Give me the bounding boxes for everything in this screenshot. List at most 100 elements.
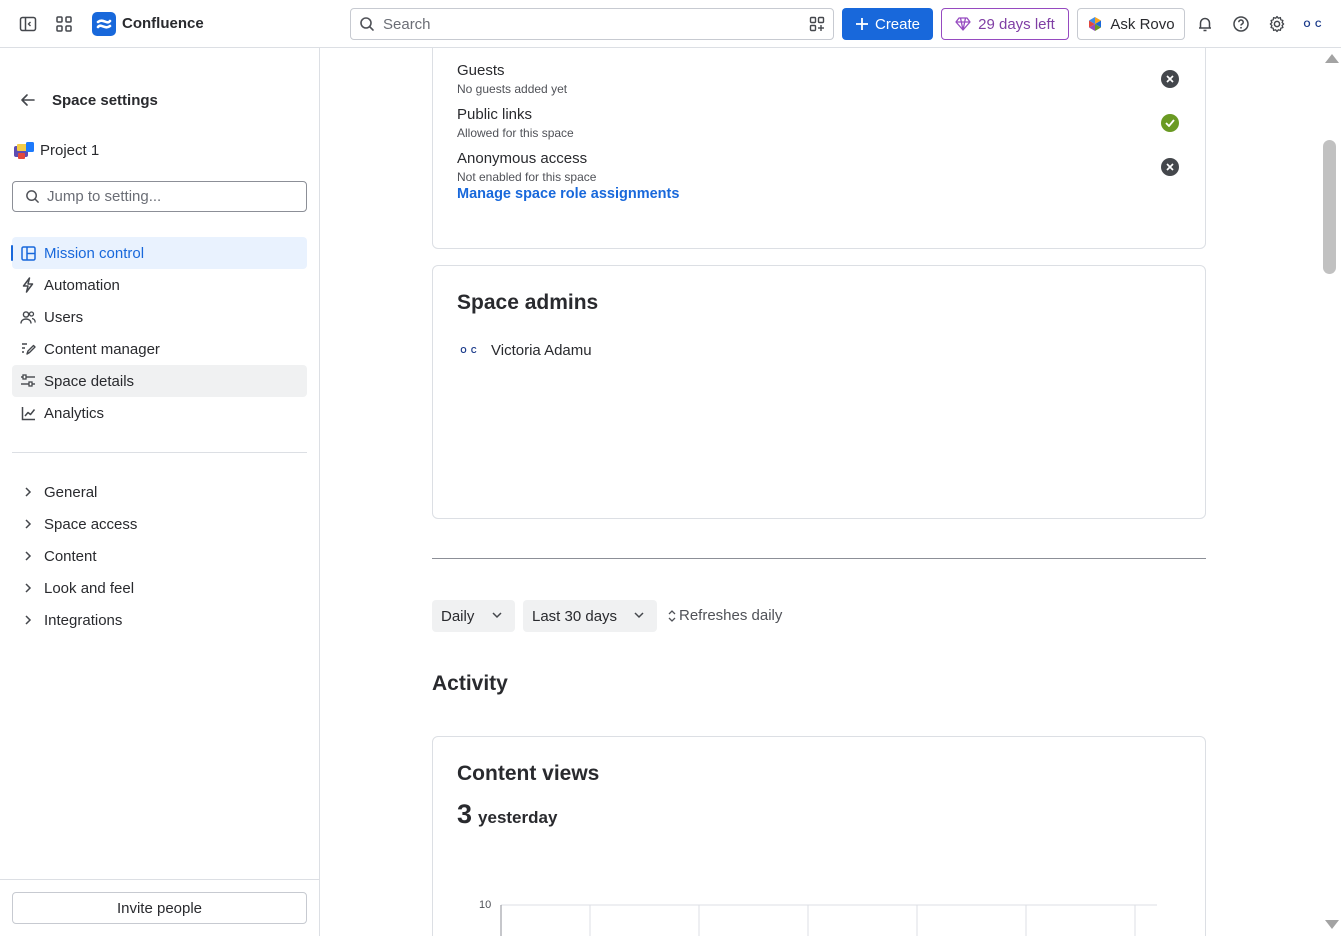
sidebar-divider [12,452,307,453]
sidebar-item-mission-control[interactable]: Mission control [11,237,307,269]
trial-button-label: 29 days left [978,15,1055,33]
people-icon [20,309,36,325]
scroll-up-arrow-icon[interactable] [1325,54,1339,63]
scroll-down-arrow-icon[interactable] [1325,920,1339,929]
ask-rovo-label: Ask Rovo [1110,15,1175,33]
permission-subtitle: Not enabled for this space [457,170,597,184]
sidebar-footer-divider [0,879,319,880]
sidebar-item-label: Automation [44,276,120,294]
sidebar-section-label: General [44,483,98,501]
sidebar-item-users[interactable]: Users [12,301,307,333]
space-admins-title: Space admins [457,291,599,314]
sidebar-section-integrations[interactable]: Integrations [12,604,307,636]
sidebar-toggle-icon[interactable] [16,12,40,36]
sidebar-section-general[interactable]: General [12,476,307,508]
app-switcher-icon[interactable] [52,12,76,36]
search-icon [26,190,39,203]
help-icon[interactable] [1229,12,1253,36]
diamond-icon [955,17,971,31]
chevron-down-icon [634,612,644,619]
space-name[interactable]: Project 1 [40,142,99,159]
permission-subtitle: No guests added yet [457,82,568,96]
chart-line-icon [20,405,36,421]
sidebar-section-label: Look and feel [44,579,135,597]
jump-placeholder: Jump to setting... [47,188,162,205]
sidebar-item-label: Users [44,308,84,326]
space-avatar-icon [14,142,34,160]
section-divider [432,558,1206,559]
back-arrow-icon[interactable] [16,88,40,112]
access-summary-card: Guests No guests added yet Public links … [432,48,1206,249]
chevron-right-icon [20,516,36,532]
create-button-label: Create [874,15,921,33]
sidebar-title: Space settings [52,92,158,109]
sidebar-section-space-access[interactable]: Space access [12,508,307,540]
chevron-right-icon [20,612,36,628]
product-name[interactable]: Confluence [122,15,204,32]
permission-row-guests: Guests No guests added yet [457,62,1183,96]
scrollbar-thumb[interactable] [1323,140,1336,274]
permission-row-public-links: Public links Allowed for this space [457,106,1183,140]
pen-icon [20,341,36,357]
rovo-icon [1089,17,1102,31]
refresh-icon [668,609,676,622]
admin-list-item[interactable]: O C Victoria Adamu [457,338,592,362]
trial-button[interactable]: 29 days left [941,8,1069,40]
sidebar-section-label: Integrations [44,611,123,629]
sidebar-section-label: Content [44,547,97,565]
permission-subtitle: Allowed for this space [457,126,574,140]
settings-gear-icon[interactable] [1265,12,1289,36]
notifications-bell-icon[interactable] [1193,12,1217,36]
admin-name: Victoria Adamu [491,341,592,359]
status-enabled-check-icon [1161,114,1179,132]
refresh-label: Refreshes daily [679,607,783,624]
sidebar-item-label: Mission control [44,244,145,262]
chevron-right-icon [20,484,36,500]
sidebar-item-automation[interactable]: Automation [12,269,307,301]
granularity-select[interactable]: Daily [432,600,515,632]
invite-people-button[interactable]: Invite people [12,892,307,924]
ask-rovo-button[interactable]: Ask Rovo [1077,8,1185,40]
content-views-count: 3 [457,799,473,829]
profile-avatar[interactable]: O C [1301,12,1325,36]
granularity-value: Daily [441,607,475,625]
sliders-icon [20,373,36,389]
content-views-chart [500,904,1157,936]
content-views-summary: 3 yesterday [457,799,557,830]
page-scrollbar[interactable] [1321,48,1341,936]
lightning-icon [20,277,36,293]
permission-title: Guests [457,62,505,79]
sidebar-section-look-and-feel[interactable]: Look and feel [12,572,307,604]
content-views-title: Content views [457,762,600,785]
chevron-down-icon [492,612,502,619]
permission-row-anonymous-access: Anonymous access Not enabled for this sp… [457,150,1183,184]
sidebar-section-content[interactable]: Content [12,540,307,572]
manage-space-roles-link[interactable]: Manage space role assignments [457,186,679,202]
top-navigation: Confluence Search Create 29 days left As… [0,0,1341,48]
space-admins-card: Space admins O C Victoria Adamu [432,265,1206,519]
plus-icon [855,18,868,30]
permission-title: Anonymous access [457,150,588,167]
content-views-card: Content views 3 yesterday 10 [432,736,1206,936]
sidebar-item-label: Space details [44,372,135,390]
date-range-select[interactable]: Last 30 days [523,600,657,632]
jump-to-setting-input[interactable]: Jump to setting... [12,181,307,212]
date-range-value: Last 30 days [532,607,618,625]
main-content: Guests No guests added yet Public links … [320,48,1321,936]
content-views-period: yesterday [478,808,558,827]
create-button[interactable]: Create [842,8,933,40]
search-filter-icon[interactable] [809,16,825,35]
search-input[interactable]: Search [350,8,834,40]
avatar: O C [457,338,481,362]
confluence-logo-icon[interactable] [92,12,116,36]
search-icon [360,17,374,31]
chevron-right-icon [20,548,36,564]
activity-heading: Activity [432,672,508,695]
sidebar-item-label: Analytics [44,404,105,422]
status-disabled-icon [1161,158,1179,176]
sidebar-item-analytics[interactable]: Analytics [12,397,307,429]
sidebar-item-label: Content manager [44,340,160,358]
sidebar-item-space-details[interactable]: Space details [12,365,307,397]
layout-icon [20,245,36,261]
sidebar-item-content-manager[interactable]: Content manager [12,333,307,365]
